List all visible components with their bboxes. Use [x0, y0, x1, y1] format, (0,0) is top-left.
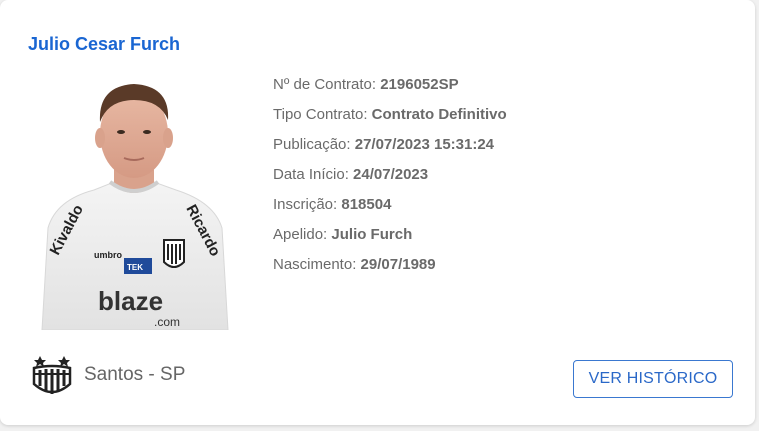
club-info: Santos - SP — [30, 352, 185, 398]
svg-text:.com: .com — [154, 315, 180, 329]
contract-number-value: 2196052SP — [380, 76, 459, 93]
contract-info: Nº de Contrato: 2196052SP Tipo Contrato:… — [273, 74, 507, 284]
publication-value: 27/07/2023 15:31:24 — [354, 136, 495, 153]
player-photo: Kivaldo Ricardo umbro TEK blaze .com — [36, 78, 232, 330]
publication-row: Publicação: 27/07/2023 15:31:24 — [273, 134, 507, 164]
start-date-label: Data Início: — [273, 166, 349, 183]
santos-crest-icon — [32, 356, 72, 394]
view-history-button[interactable]: VER HISTÓRICO — [573, 360, 733, 398]
player-photo-image: Kivaldo Ricardo umbro TEK blaze .com — [41, 84, 229, 330]
nickname-value: Julio Furch — [331, 226, 413, 243]
player-card: Julio Cesar Furch Kivaldo Ricardo umbro … — [0, 0, 755, 425]
contract-type-label: Tipo Contrato: — [273, 106, 368, 123]
start-date-value: 24/07/2023 — [353, 166, 429, 183]
contract-number-label: Nº de Contrato: — [273, 76, 377, 93]
club-name: Santos - SP — [84, 364, 186, 385]
contract-type-value: Contrato Definitivo — [371, 106, 507, 123]
registration-value: 818504 — [341, 196, 392, 213]
svg-text:TEK: TEK — [127, 263, 143, 272]
svg-text:umbro: umbro — [94, 250, 123, 260]
start-date-row: Data Início: 24/07/2023 — [273, 164, 507, 194]
svg-text:blaze: blaze — [98, 286, 163, 316]
player-name: Julio Cesar Furch — [28, 34, 181, 54]
registration-label: Inscrição: — [273, 196, 338, 213]
birth-label: Nascimento: — [273, 256, 357, 273]
registration-row: Inscrição: 818504 — [273, 194, 507, 224]
birth-row: Nascimento: 29/07/1989 — [273, 254, 507, 284]
publication-label: Publicação: — [273, 136, 351, 153]
contract-type-row: Tipo Contrato: Contrato Definitivo — [273, 104, 507, 134]
nickname-row: Apelido: Julio Furch — [273, 224, 507, 254]
contract-number-row: Nº de Contrato: 2196052SP — [273, 74, 507, 104]
birth-value: 29/07/1989 — [360, 256, 436, 273]
nickname-label: Apelido: — [273, 226, 328, 243]
